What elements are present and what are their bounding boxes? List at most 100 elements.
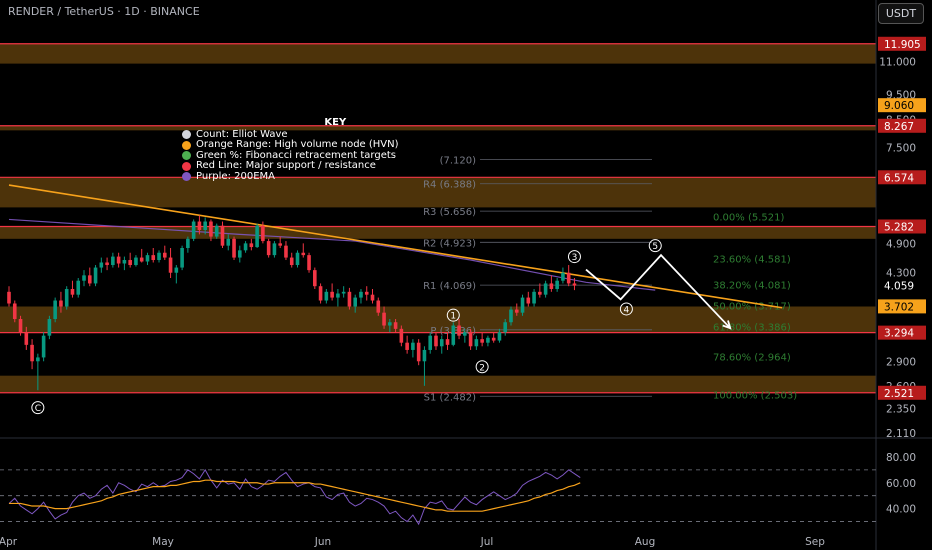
time-tick: Sep bbox=[805, 536, 825, 548]
candle-body bbox=[434, 335, 438, 347]
legend-item: Purple: 200EMA bbox=[182, 171, 399, 183]
wave-label: C bbox=[35, 404, 41, 414]
legend-dot-icon bbox=[182, 172, 191, 182]
rsi-tick: 80.00 bbox=[886, 452, 916, 464]
wave-label: 3 bbox=[572, 253, 578, 263]
candle-body bbox=[497, 332, 502, 341]
price-tag: 5.282 bbox=[884, 221, 914, 233]
candle-body bbox=[116, 256, 121, 264]
legend-label: Red Line: Major support / resistance bbox=[196, 160, 376, 171]
candle-body bbox=[203, 221, 207, 230]
legend-dot-icon bbox=[182, 151, 191, 161]
legend-label: Orange Range: High volume node (HVN) bbox=[196, 139, 399, 150]
candle-body bbox=[186, 238, 190, 248]
fib-label: 100.00% (2.503) bbox=[713, 390, 797, 401]
candle-body bbox=[261, 225, 265, 242]
candle-body bbox=[468, 332, 473, 347]
time-tick: Jun bbox=[314, 536, 331, 548]
candle-body bbox=[209, 221, 213, 237]
pivot-label: S1 (2.482) bbox=[424, 392, 476, 403]
candle-body bbox=[139, 257, 144, 262]
candle-body bbox=[226, 238, 231, 246]
candle-body bbox=[272, 243, 277, 256]
price-tag: 2.521 bbox=[884, 388, 914, 400]
candle-body bbox=[526, 297, 531, 304]
candle-body bbox=[134, 257, 138, 266]
price-tick: 2.900 bbox=[886, 356, 916, 368]
time-tick: Apr bbox=[0, 536, 18, 548]
candle-body bbox=[428, 335, 433, 350]
legend-dot-icon bbox=[182, 140, 191, 150]
candle-body bbox=[486, 337, 490, 343]
price-tag: 11.905 bbox=[884, 39, 921, 51]
pivot-label: R4 (6.388) bbox=[423, 180, 476, 191]
candle-body bbox=[422, 349, 427, 362]
candle-body bbox=[566, 272, 571, 284]
hvn-zone bbox=[0, 125, 876, 131]
candle-body bbox=[289, 257, 294, 266]
candle-body bbox=[105, 262, 109, 266]
price-tick: 4.900 bbox=[886, 238, 916, 250]
candle-body bbox=[18, 319, 23, 333]
price-tick: 7.500 bbox=[886, 143, 916, 155]
time-tick: Jul bbox=[480, 536, 494, 548]
projection-label: 4 bbox=[624, 305, 630, 315]
fib-label: 38.20% (4.081) bbox=[713, 280, 791, 291]
candle-body bbox=[561, 272, 565, 281]
candle-body bbox=[76, 280, 81, 295]
currency-button[interactable]: USDT bbox=[878, 3, 924, 24]
candle-body bbox=[520, 297, 525, 313]
candle-body bbox=[393, 322, 398, 329]
candle-body bbox=[151, 255, 156, 261]
candle-body bbox=[99, 262, 104, 268]
candle-body bbox=[491, 337, 496, 341]
candle-body bbox=[295, 252, 300, 266]
candle-body bbox=[111, 256, 115, 266]
legend: KEY Count: Elliot Wave Orange Range: Hig… bbox=[182, 117, 399, 183]
candle-body bbox=[503, 322, 508, 333]
price-tag: 4.059 bbox=[884, 281, 914, 293]
candle-body bbox=[324, 291, 329, 301]
candle-body bbox=[318, 286, 323, 301]
candle-body bbox=[7, 291, 11, 304]
legend-dot-icon bbox=[182, 161, 191, 171]
candle-body bbox=[376, 300, 381, 313]
candle-body bbox=[347, 291, 352, 307]
legend-dot-icon bbox=[182, 130, 191, 140]
candle-body bbox=[359, 291, 363, 298]
candle-body bbox=[364, 291, 369, 295]
wave-label: 1 bbox=[450, 312, 456, 322]
fib-label: 78.60% (2.964) bbox=[713, 352, 791, 363]
pivot-label: (7.120) bbox=[440, 155, 477, 166]
price-tag: 9.060 bbox=[884, 100, 914, 112]
projection-label: 5 bbox=[652, 242, 658, 252]
candle-body bbox=[284, 245, 288, 258]
candle-body bbox=[532, 291, 536, 304]
candle-body bbox=[220, 225, 225, 246]
candle-body bbox=[266, 241, 271, 256]
candle-body bbox=[64, 288, 69, 307]
candle-body bbox=[145, 255, 150, 262]
candle-body bbox=[439, 339, 444, 347]
candle-body bbox=[330, 291, 334, 298]
candle-body bbox=[514, 309, 519, 313]
candle-body bbox=[191, 221, 196, 239]
price-tag: 3.294 bbox=[884, 328, 914, 340]
candle-body bbox=[474, 339, 479, 347]
chart-root[interactable]: R4 (6.388) R3 (5.656) R2 (4.923) R1 (4.069)… bbox=[0, 0, 932, 550]
wave-label: 2 bbox=[479, 363, 485, 373]
candle-body bbox=[313, 270, 317, 287]
fib-label: 0.00% (5.521) bbox=[713, 213, 784, 224]
price-chart[interactable]: R4 (6.388) R3 (5.656) R2 (4.923) R1 (4.069)… bbox=[0, 0, 932, 550]
price-tag: 6.574 bbox=[884, 172, 914, 184]
candle-body bbox=[388, 322, 392, 326]
candle-body bbox=[278, 243, 282, 246]
candle-body bbox=[122, 260, 127, 264]
candle-body bbox=[543, 283, 548, 295]
candle-body bbox=[399, 328, 404, 343]
candle-body bbox=[463, 332, 467, 336]
price-tick: 2.350 bbox=[886, 404, 916, 416]
candle-body bbox=[509, 309, 513, 323]
legend-item: Red Line: Major support / resistance bbox=[182, 160, 399, 172]
price-tag: 8.267 bbox=[884, 121, 914, 133]
